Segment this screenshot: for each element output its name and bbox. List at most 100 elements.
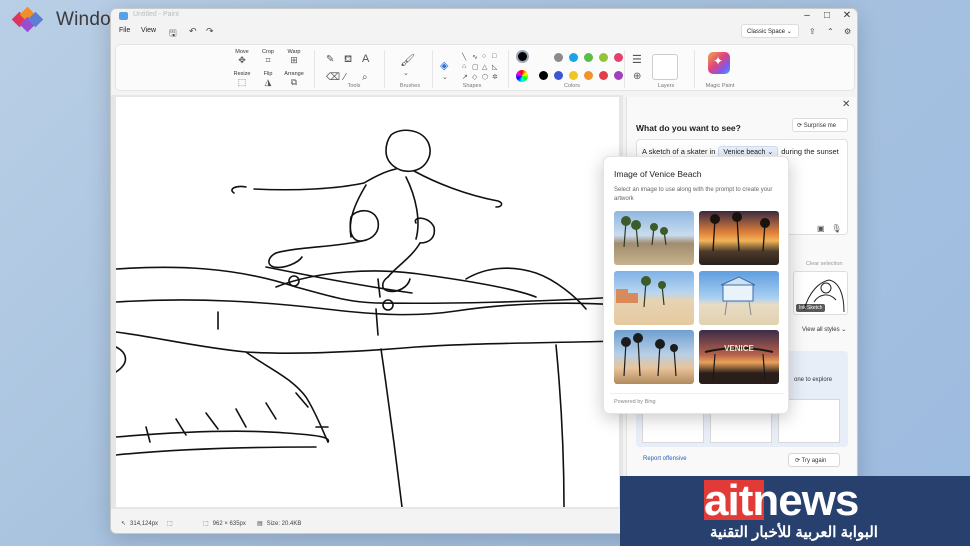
- palm-silhouettes: [710, 212, 770, 252]
- arrange-icon: ⧉: [290, 77, 298, 87]
- separator: [508, 50, 509, 88]
- divider: [610, 393, 784, 394]
- clear-selection-link[interactable]: Clear selection: [806, 261, 842, 267]
- line-shape-icon[interactable]: ╲: [462, 53, 466, 61]
- chevron-down-icon[interactable]: ⌄: [442, 73, 448, 81]
- color-swatch[interactable]: [584, 53, 593, 62]
- beach-path-palms-image[interactable]: [614, 211, 694, 265]
- rectangle-shape-icon[interactable]: □: [492, 53, 496, 60]
- share-icon[interactable]: ⇪: [809, 27, 816, 36]
- tools-label: Tools: [347, 83, 361, 89]
- palm-silhouettes: [621, 333, 678, 377]
- flip-button[interactable]: Flip ◮: [256, 71, 280, 87]
- magic-paint-label: Magic Paint: [705, 83, 735, 89]
- close-icon[interactable]: ✕: [842, 99, 850, 110]
- file-size: ▤ Size: 20.4KB: [257, 520, 302, 528]
- cursor-position: ↖ 314,124px: [121, 520, 159, 528]
- crop-icon: ⌗: [265, 55, 271, 65]
- try-again-button[interactable]: ⟳ Try again: [788, 453, 840, 467]
- prompt-actions: ▣ 🎙: [817, 224, 841, 233]
- triangle-shape-icon[interactable]: △: [482, 63, 487, 71]
- surprise-me-button[interactable]: ⟳ Surprise me: [792, 118, 848, 132]
- close-button[interactable]: ✕: [841, 11, 853, 21]
- color-swatch[interactable]: [539, 71, 548, 80]
- canvas-size: ⬚ 962 × 635px: [203, 520, 246, 528]
- aitnews-tagline: البوابة العربية للأخبار التقنية: [710, 524, 878, 541]
- popup-title: Image of Venice Beach: [614, 169, 702, 179]
- color-swatch[interactable]: [569, 53, 578, 62]
- pencil-icon[interactable]: ✎: [326, 54, 334, 65]
- right-triangle-shape-icon[interactable]: ◺: [492, 63, 497, 71]
- image-icon[interactable]: ▣: [817, 224, 825, 233]
- space-select[interactable]: Classic Space ⌄: [741, 24, 799, 38]
- maximize-button[interactable]: □: [821, 11, 833, 21]
- cursor-icon: ↖: [121, 521, 127, 527]
- arrange-button[interactable]: Arrange ⧉: [282, 71, 306, 87]
- palm-silhouettes: [621, 216, 668, 248]
- sunset-boardwalk-image[interactable]: [699, 211, 779, 265]
- color-swatch[interactable]: [599, 53, 608, 62]
- layers-icon[interactable]: ☰: [632, 53, 642, 66]
- undo-icon[interactable]: ↶: [189, 26, 197, 37]
- chevron-up-icon[interactable]: ⌃: [827, 27, 834, 36]
- menu-file[interactable]: File: [119, 27, 130, 34]
- color-swatch[interactable]: [614, 71, 623, 80]
- colors-label: Colors: [564, 83, 580, 89]
- color-swatch[interactable]: [554, 71, 563, 80]
- star-shape-icon[interactable]: ✲: [492, 73, 498, 81]
- microphone-icon[interactable]: 🎙: [831, 224, 841, 233]
- round-rect-shape-icon[interactable]: ▢: [472, 63, 479, 71]
- lifeguard-tower: [720, 276, 756, 316]
- redo-icon[interactable]: ↷: [206, 26, 214, 37]
- color-swatch[interactable]: [584, 71, 593, 80]
- menu-view[interactable]: View: [141, 27, 156, 34]
- minimize-button[interactable]: –: [801, 11, 813, 21]
- panel-heading: What do you want to see?: [636, 123, 741, 133]
- style-ink-sketch[interactable]: Ink Sketch: [793, 271, 848, 315]
- primary-color-swatch[interactable]: [516, 50, 529, 63]
- color-swatch[interactable]: [569, 71, 578, 80]
- shapes-label: Shapes: [462, 83, 482, 89]
- color-wheel-icon[interactable]: [516, 70, 528, 82]
- brush-icon[interactable]: 🖌: [400, 53, 415, 67]
- hexagon-shape-icon[interactable]: ⬡: [482, 73, 488, 81]
- diamond-shape-icon[interactable]: ◇: [472, 73, 477, 81]
- gear-icon[interactable]: ⚙: [844, 27, 851, 36]
- eraser-icon[interactable]: ⌫: [326, 72, 340, 83]
- color-picker-icon[interactable]: ⁄: [344, 72, 346, 83]
- drawing-canvas[interactable]: [116, 97, 619, 507]
- powered-by-bing: Powered by Bing: [614, 399, 656, 405]
- beach-sand-day-image[interactable]: [614, 271, 694, 325]
- crop-button[interactable]: Crop ⌗: [256, 49, 280, 65]
- palms-dusk-image[interactable]: [614, 330, 694, 384]
- shapes-fill-icon[interactable]: ◈: [440, 59, 448, 72]
- color-swatch[interactable]: [599, 71, 608, 80]
- report-offensive-link[interactable]: Report offensive: [643, 456, 687, 462]
- oval-shape-icon[interactable]: ○: [482, 53, 486, 60]
- resize-button[interactable]: Resize ⬚: [230, 71, 254, 87]
- color-swatch[interactable]: [554, 53, 563, 62]
- polygon-shape-icon[interactable]: ⌂: [462, 63, 466, 70]
- chevron-down-icon[interactable]: ⌄: [403, 69, 409, 77]
- file-icon: ▤: [257, 521, 263, 527]
- refresh-icon: ⟳: [795, 458, 801, 464]
- selection-icon: ⬚: [167, 521, 173, 527]
- curve-shape-icon[interactable]: ∿: [472, 53, 478, 61]
- magic-paint-button[interactable]: ✦: [708, 52, 730, 74]
- layer-thumbnail[interactable]: [652, 54, 678, 80]
- save-icon[interactable]: 🖫: [169, 26, 177, 42]
- fill-icon[interactable]: ⛾: [344, 54, 352, 67]
- text-icon[interactable]: A: [362, 53, 369, 65]
- add-layer-icon[interactable]: ⊕: [633, 71, 641, 82]
- ribbon: Move ✥ Crop ⌗ Warp ⊞ Resize ⬚ Flip ◮ Arrange ⧉…: [115, 44, 855, 91]
- view-all-styles-link[interactable]: View all styles ⌄: [802, 326, 846, 333]
- color-swatch[interactable]: [614, 53, 623, 62]
- arrow-shape-icon[interactable]: ↗: [462, 73, 468, 81]
- lifeguard-tower-image[interactable]: [699, 271, 779, 325]
- venice-sign-night-image[interactable]: VENICE: [699, 330, 779, 384]
- sparkle-icon: ✦: [713, 54, 724, 68]
- move-button[interactable]: Move ✥: [230, 49, 254, 65]
- zoom-icon[interactable]: ⌕: [362, 72, 368, 83]
- warp-icon: ⊞: [290, 55, 298, 65]
- warp-button[interactable]: Warp ⊞: [282, 49, 306, 65]
